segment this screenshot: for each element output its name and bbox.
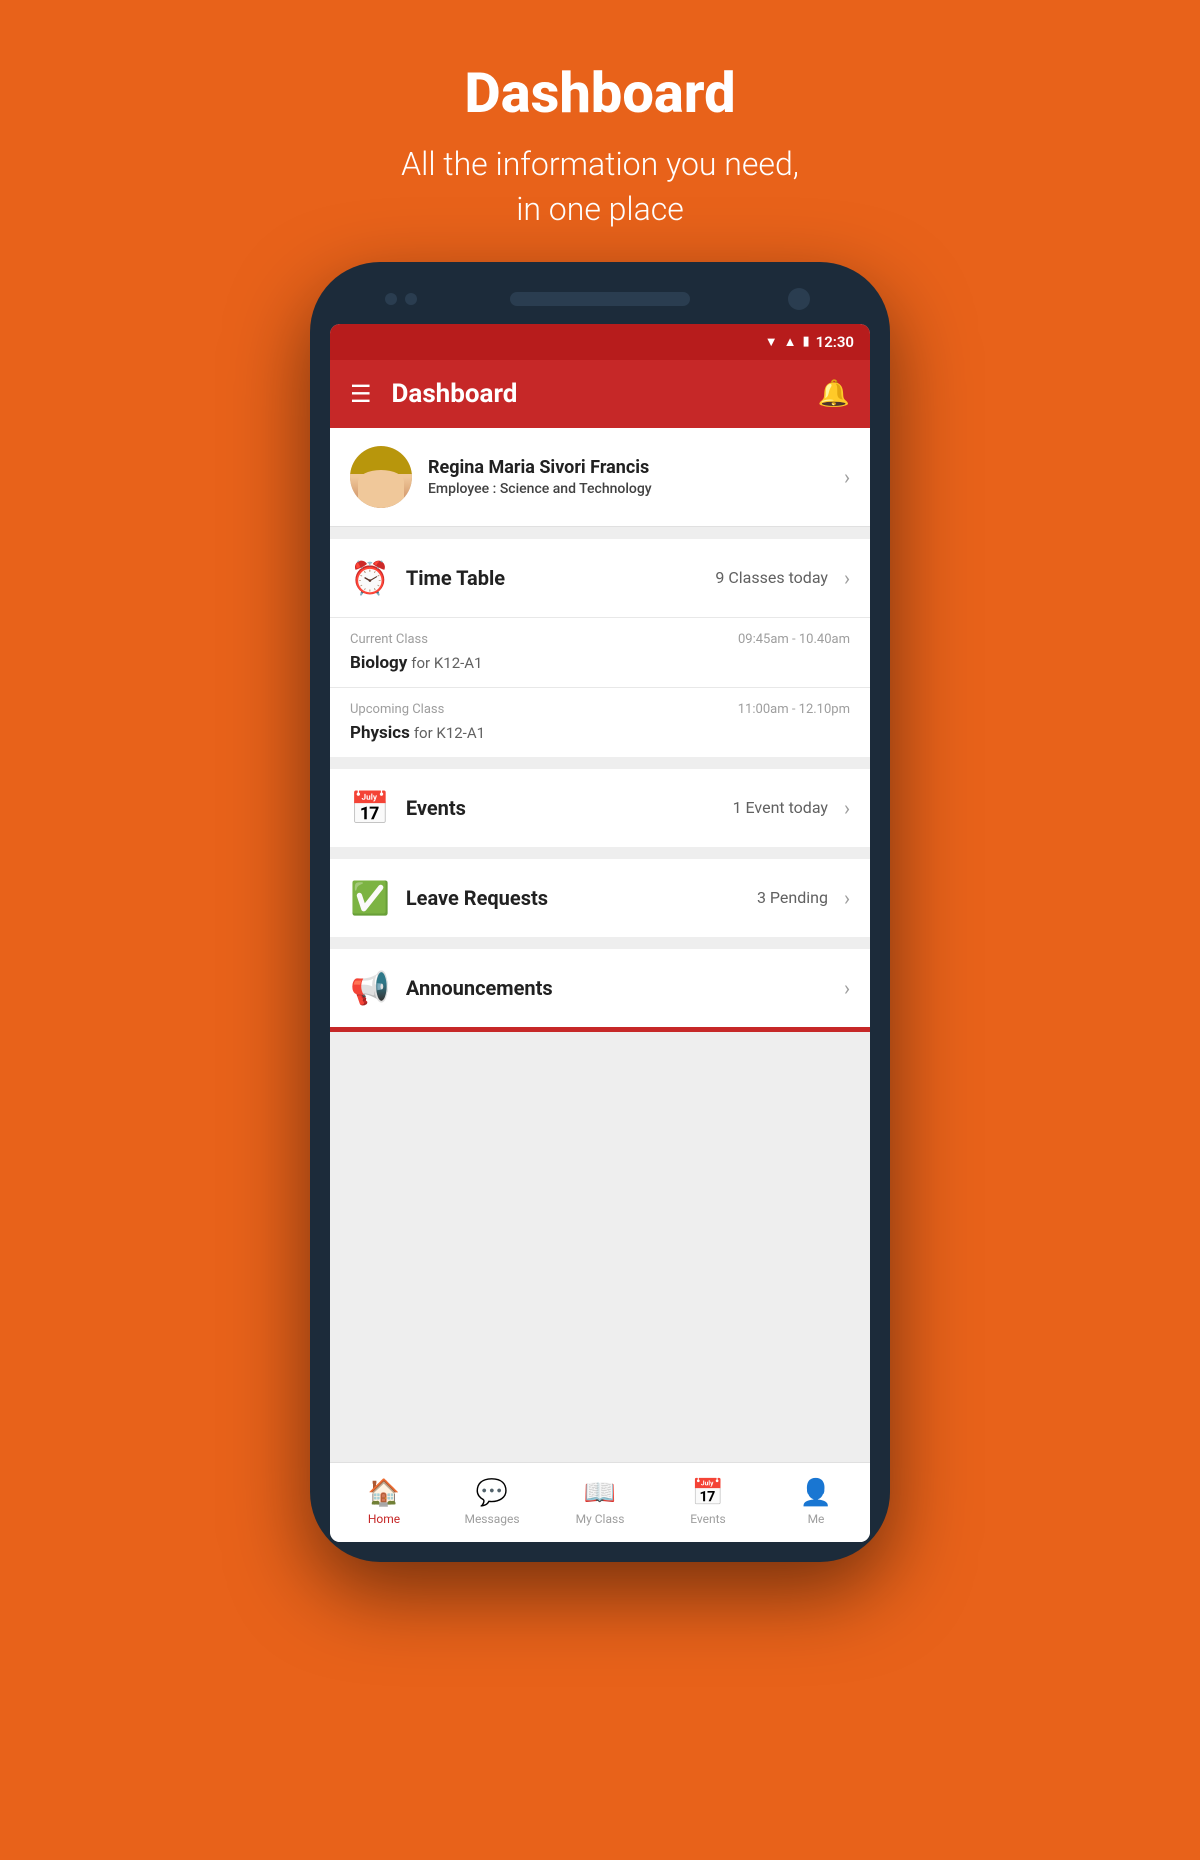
leave-icon: ✅ [350,879,390,917]
section-gap-2 [330,757,870,769]
page-title: Dashboard [401,60,799,126]
section-gap-4 [330,937,870,949]
current-class-subject: Biology for K12-A1 [350,653,850,673]
user-name: Regina Maria Sivori Francis [428,457,828,478]
page-subtitle: All the information you need, in one pla… [401,142,799,232]
nav-item-me[interactable]: 👤 Me [762,1463,870,1542]
current-class-header: Current Class 09:45am - 10.40am [350,632,850,647]
phone-speaker [510,292,690,306]
status-time: 12:30 [816,333,854,351]
leave-requests-card[interactable]: ✅ Leave Requests 3 Pending › [330,859,870,937]
status-icons: ▼ ▲ ▮ 12:30 [765,333,854,351]
scroll-indicator [330,1027,870,1032]
phone-dots [385,293,417,305]
upcoming-class-subject: Physics for K12-A1 [350,723,850,743]
timetable-icon: ⏰ [350,559,390,597]
status-bar: ▼ ▲ ▮ 12:30 [330,324,870,360]
user-card[interactable]: Regina Maria Sivori Francis Employee : S… [330,428,870,527]
upcoming-class-item[interactable]: Upcoming Class 11:00am - 12.10pm Physics… [330,687,870,757]
announce-chevron-icon: › [844,976,850,1000]
nav-item-events[interactable]: 📅 Events [654,1463,762,1542]
signal-icon: ▲ [784,334,797,350]
timetable-chevron-icon: › [844,566,850,590]
nav-item-myclass[interactable]: 📖 My Class [546,1463,654,1542]
timetable-card[interactable]: ⏰ Time Table 9 Classes today › Current C… [330,539,870,757]
phone-shell: ▼ ▲ ▮ 12:30 ☰ Dashboard 🔔 [310,262,890,1562]
bottom-nav: 🏠 Home 💬 Messages 📖 My Class 📅 Events 👤 … [330,1462,870,1542]
announcements-card[interactable]: 📢 Announcements › [330,949,870,1027]
leave-count: 3 Pending [757,888,828,907]
current-class-label: Current Class [350,632,428,647]
user-info: Regina Maria Sivori Francis Employee : S… [428,457,828,497]
home-icon: 🏠 [368,1478,400,1508]
nav-label-messages: Messages [464,1512,519,1526]
upcoming-class-group: for K12-A1 [414,724,485,742]
current-class-item[interactable]: Current Class 09:45am - 10.40am Biology … [330,617,870,687]
avatar [350,446,412,508]
main-content: Regina Maria Sivori Francis Employee : S… [330,428,870,1462]
app-bar-title: Dashboard [392,379,818,409]
user-chevron-icon: › [844,465,850,489]
nav-label-me: Me [808,1512,825,1526]
current-class-time: 09:45am - 10.40am [738,632,850,647]
leave-title: Leave Requests [406,886,741,910]
messages-icon: 💬 [476,1478,508,1508]
me-icon: 👤 [800,1478,832,1508]
timetable-count: 9 Classes today [715,568,828,587]
upcoming-class-header: Upcoming Class 11:00am - 12.10pm [350,702,850,717]
nav-item-home[interactable]: 🏠 Home [330,1463,438,1542]
phone-screen: ▼ ▲ ▮ 12:30 ☰ Dashboard 🔔 [330,324,870,1542]
nav-events-icon: 📅 [692,1478,724,1508]
wifi-icon: ▼ [765,334,778,350]
bell-icon[interactable]: 🔔 [818,379,850,409]
events-title: Events [406,796,717,820]
current-class-group-val: for K12-A1 [411,654,482,672]
phone-camera [788,288,810,310]
timetable-header: ⏰ Time Table 9 Classes today › [330,539,870,617]
app-bar: ☰ Dashboard 🔔 [330,360,870,428]
events-count: 1 Event today [733,798,828,817]
phone-top [330,282,870,324]
events-card[interactable]: 📅 Events 1 Event today › [330,769,870,847]
events-chevron-icon: › [844,796,850,820]
upcoming-class-label: Upcoming Class [350,702,444,717]
user-role: Employee : Science and Technology [428,481,828,497]
timetable-title: Time Table [406,566,700,590]
announce-icon: 📢 [350,969,390,1007]
page-header: Dashboard All the information you need, … [401,0,799,262]
upcoming-class-time: 11:00am - 12.10pm [738,702,850,717]
myclass-icon: 📖 [584,1478,616,1508]
section-gap-3 [330,847,870,859]
nav-item-messages[interactable]: 💬 Messages [438,1463,546,1542]
menu-icon[interactable]: ☰ [350,380,372,408]
battery-icon: ▮ [802,334,809,349]
phone-dot-1 [385,293,397,305]
phone-dot-2 [405,293,417,305]
section-gap-1 [330,527,870,539]
announce-title: Announcements [406,976,812,1000]
nav-label-events: Events [690,1512,726,1526]
leave-chevron-icon: › [844,886,850,910]
nav-label-myclass: My Class [576,1512,625,1526]
nav-label-home: Home [368,1512,400,1526]
events-icon: 📅 [350,789,390,827]
